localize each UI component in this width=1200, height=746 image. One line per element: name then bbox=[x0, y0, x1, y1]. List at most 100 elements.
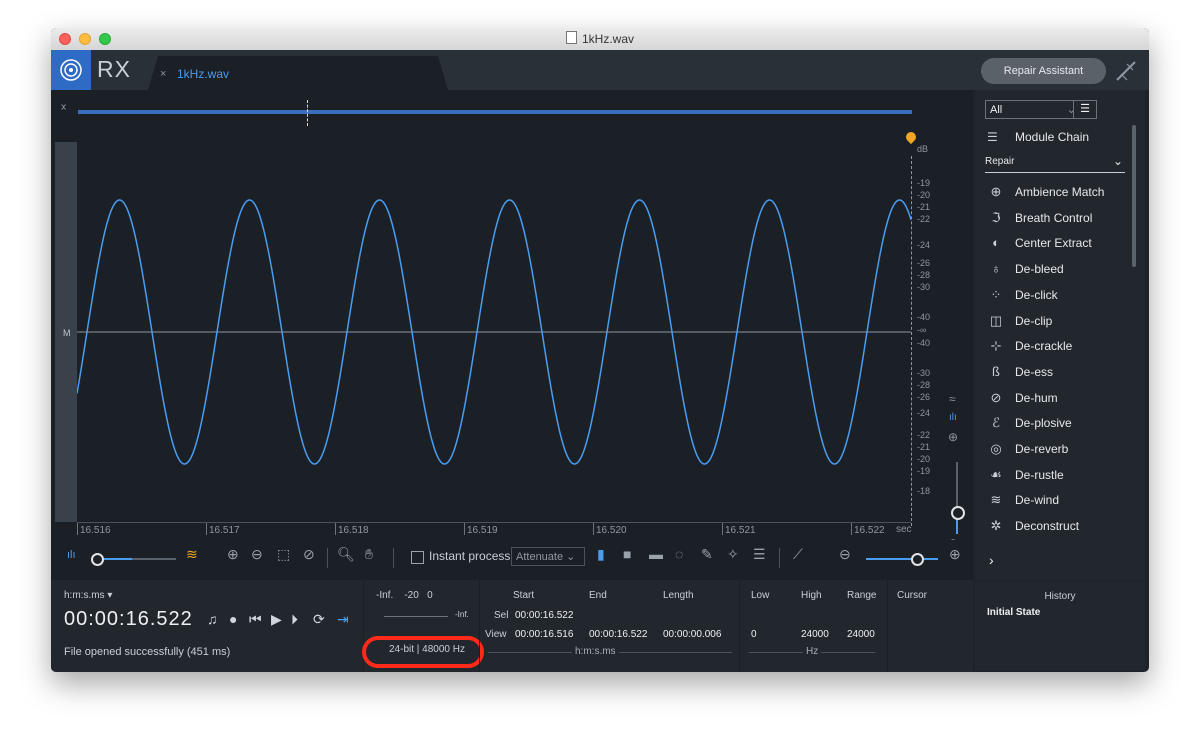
overview-bar[interactable] bbox=[78, 110, 912, 114]
vertical-zoom-knob[interactable] bbox=[951, 506, 965, 520]
harmonic-selection-icon[interactable]: ☰ bbox=[753, 546, 766, 563]
view-length-value[interactable]: 00:00:00.006 bbox=[663, 629, 721, 640]
module-item[interactable]: ß De-ess bbox=[987, 362, 1053, 382]
db-tick-label: -40 bbox=[917, 338, 931, 348]
zoom-fit-icon[interactable]: ⊘ bbox=[303, 546, 315, 563]
brush-tool-icon[interactable]: ✎ bbox=[701, 546, 713, 563]
module-item[interactable]: ♁ De-bleed bbox=[987, 259, 1064, 279]
list-view-icon[interactable]: ☰ bbox=[1073, 100, 1096, 119]
module-item[interactable]: ◎ De-reverb bbox=[987, 439, 1068, 459]
opacity-slider-knob[interactable] bbox=[91, 553, 104, 566]
waveform-display[interactable] bbox=[77, 142, 911, 522]
editing-toolbar: ılı ≋ ⊕ ⊖ ⬚ ⊘ 🔍︎ ✋︎ Instant process Atte… bbox=[51, 540, 973, 578]
view-start-value[interactable]: 00:00:16.516 bbox=[515, 629, 573, 640]
module-item-label: De-rustle bbox=[1015, 467, 1064, 482]
waveform-icon[interactable]: ılı bbox=[949, 412, 957, 423]
module-item-label: De-click bbox=[1015, 287, 1058, 302]
app-logo-text: RX bbox=[97, 56, 131, 82]
time-tick-label: 16.519 bbox=[467, 525, 498, 536]
instant-process-checkbox[interactable] bbox=[411, 551, 424, 564]
horizontal-zoom-in-icon[interactable]: ⊕ bbox=[949, 546, 961, 563]
module-item[interactable]: ⊘ De-hum bbox=[987, 388, 1058, 408]
zoom-selection-icon[interactable]: ⬚ bbox=[277, 546, 290, 563]
horizontal-zoom-out-icon[interactable]: ⊖ bbox=[839, 546, 851, 563]
loop-button[interactable]: ⟳ bbox=[313, 611, 325, 628]
module-list-scrollbar[interactable] bbox=[1132, 125, 1136, 267]
db-tick-label: -24 bbox=[917, 240, 931, 250]
close-tab-icon[interactable]: × bbox=[160, 68, 166, 80]
playhead-marker[interactable] bbox=[307, 100, 309, 126]
module-item[interactable]: ℰ De-plosive bbox=[987, 413, 1072, 433]
module-filter-select[interactable]: All ⌄ ☰ bbox=[985, 100, 1097, 119]
toolbar-separator bbox=[393, 548, 394, 568]
instant-process-label: Instant process bbox=[429, 549, 511, 563]
play-button[interactable]: ▶ bbox=[271, 611, 282, 628]
zoom-out-icon[interactable]: ⊖ bbox=[251, 546, 263, 563]
db-tick-label: -26 bbox=[917, 392, 931, 402]
db-tick-label: -28 bbox=[917, 380, 931, 390]
horizontal-zoom-knob[interactable] bbox=[911, 553, 924, 566]
horizontal-zoom-slider[interactable] bbox=[866, 558, 938, 560]
level-meter bbox=[384, 608, 448, 617]
sel-start-value[interactable]: 00:00:16.522 bbox=[515, 610, 573, 621]
gain-envelope-icon[interactable]: ⟋ bbox=[793, 546, 803, 563]
module-chain-icon: ☰ bbox=[987, 130, 998, 144]
module-chain-item[interactable]: ☰ Module Chain bbox=[987, 130, 1089, 144]
module-item[interactable]: ≋ De-wind bbox=[987, 490, 1059, 510]
view-high-value[interactable]: 24000 bbox=[801, 629, 829, 640]
lasso-tool-icon[interactable]: ◌ bbox=[675, 546, 683, 562]
play-selection-button[interactable]: ⏵︎ bbox=[291, 611, 298, 628]
chevron-right-icon[interactable]: › bbox=[989, 552, 994, 568]
de-reverb-icon: ◎ bbox=[990, 441, 1002, 456]
magic-wand-icon[interactable] bbox=[1113, 58, 1139, 84]
waveform-opacity-icon[interactable]: ılı bbox=[67, 549, 76, 561]
repair-assistant-button[interactable]: Repair Assistant bbox=[981, 58, 1106, 84]
module-item-label: De-plosive bbox=[1015, 416, 1072, 431]
attenuate-select[interactable]: Attenuate ⌄ bbox=[511, 547, 585, 566]
spectrogram-opacity-icon[interactable]: ≋ bbox=[186, 546, 198, 563]
module-item[interactable]: ⁘ De-click bbox=[987, 285, 1058, 305]
file-tab-label: 1kHz.wav bbox=[177, 67, 230, 81]
module-item[interactable]: ◫ De-clip bbox=[987, 311, 1053, 331]
view-label: View bbox=[485, 629, 507, 640]
module-item-label: Breath Control bbox=[1015, 210, 1093, 225]
time-frequency-selection-icon[interactable]: ■ bbox=[623, 546, 631, 562]
hand-tool-icon[interactable]: ✋︎ bbox=[365, 546, 373, 563]
de-ess-icon: ß bbox=[992, 363, 1000, 379]
category-select[interactable]: Repair ⌄ bbox=[985, 154, 1125, 173]
module-item[interactable]: ⊹ De-crackle bbox=[987, 336, 1073, 356]
magic-wand-tool-icon[interactable]: ✧ bbox=[727, 546, 739, 563]
frequency-selection-icon[interactable]: ▬ bbox=[649, 546, 663, 562]
file-tab[interactable]: × 1kHz.wav bbox=[148, 56, 448, 90]
file-icon bbox=[565, 31, 577, 44]
collapse-overview-icon[interactable]: ⌄ ⌃ bbox=[59, 99, 68, 118]
module-item-label: De-bleed bbox=[1015, 262, 1064, 277]
headphones-icon[interactable]: ♫ bbox=[207, 611, 218, 627]
de-clip-icon: ◫ bbox=[989, 312, 1003, 328]
sel-label: Sel bbox=[494, 610, 509, 621]
history-item[interactable]: Initial State bbox=[987, 607, 1040, 618]
spectrogram-icon[interactable]: ≈ bbox=[949, 392, 956, 406]
view-low-value[interactable]: 0 bbox=[751, 629, 757, 640]
record-button[interactable]: ● bbox=[229, 611, 237, 627]
zoom-in-vertical-icon[interactable]: ⊕ bbox=[948, 430, 958, 444]
module-item[interactable]: ☙ De-rustle bbox=[987, 465, 1064, 485]
view-range-value[interactable]: 24000 bbox=[847, 629, 875, 640]
module-item[interactable]: ◐ Center Extract bbox=[987, 233, 1092, 253]
module-item[interactable]: ✲ Deconstruct bbox=[987, 516, 1079, 536]
panel-separator bbox=[739, 580, 740, 672]
highlight-annotation-circle bbox=[362, 636, 484, 668]
module-item[interactable]: ℑ Breath Control bbox=[987, 208, 1092, 228]
time-selection-tool-icon[interactable]: ▮ bbox=[597, 546, 605, 563]
scroll-follow-button[interactable]: ⇥ bbox=[337, 611, 349, 628]
previous-button[interactable]: ⏮︎ bbox=[249, 611, 262, 628]
time-format-select[interactable]: h:m:s.ms ▾ bbox=[64, 590, 112, 601]
time-tick: 16.520 bbox=[593, 523, 627, 536]
zoom-tool-icon[interactable]: 🔍︎ bbox=[337, 546, 355, 563]
view-end-value[interactable]: 00:00:16.522 bbox=[589, 629, 647, 640]
meter-peak-label: -Inf. bbox=[455, 610, 469, 619]
toolbar-separator bbox=[327, 548, 328, 568]
module-item[interactable]: ⊕ Ambience Match bbox=[987, 182, 1105, 202]
zoom-in-icon[interactable]: ⊕ bbox=[227, 546, 239, 563]
time-tick-label: 16.522 bbox=[854, 525, 885, 536]
